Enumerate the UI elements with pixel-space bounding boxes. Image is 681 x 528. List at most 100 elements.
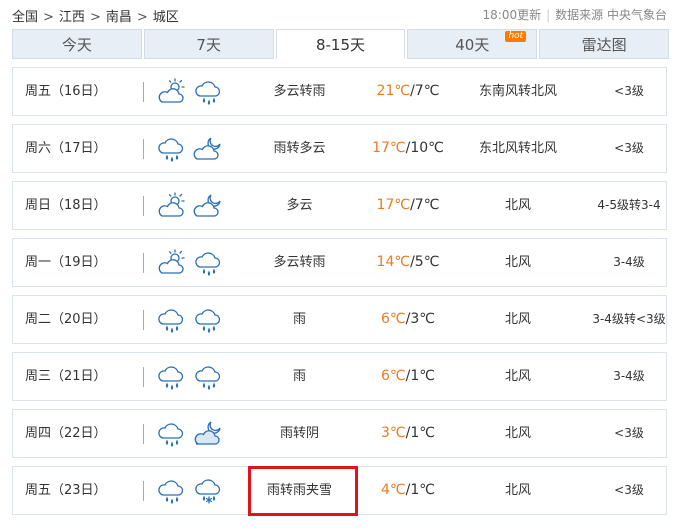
- wind-level: 3-4级: [613, 255, 645, 269]
- day-label: 周五（23日）: [25, 483, 107, 498]
- temp-low: /3℃: [405, 311, 435, 327]
- breadcrumb-item-district: 城区: [152, 10, 179, 25]
- forecast-row: 周六（17日） 雨转多云 17℃/10℃ 东北风转北风 <3级: [12, 124, 667, 173]
- tab-40-days-label: 40天: [455, 36, 490, 54]
- day-label: 周六（17日）: [25, 141, 107, 156]
- wind-level: 3-4级: [613, 369, 645, 383]
- weather-description: 雨转雨夹雪: [266, 483, 332, 498]
- divider: [143, 82, 144, 102]
- divider: [143, 367, 144, 387]
- divider: |: [546, 8, 551, 22]
- divider: [143, 253, 144, 273]
- rain-icon: [156, 477, 186, 505]
- breadcrumb: 全国 > 江西 > 南昌 > 城区: [12, 6, 179, 25]
- wind-direction: 北风: [504, 426, 531, 441]
- temp-high: 6℃: [381, 368, 406, 384]
- tab-40-days[interactable]: 40天 hot: [407, 29, 538, 59]
- wind-level: <3级: [614, 483, 644, 497]
- partly-cloudy-icon: [156, 192, 186, 220]
- day-label: 周五（16日）: [25, 84, 107, 99]
- rain-icon: [193, 363, 223, 391]
- day-label: 周三（21日）: [25, 369, 107, 384]
- temperature: 14℃/5℃: [365, 239, 451, 286]
- cloudy-night-icon: [193, 135, 223, 163]
- divider: [143, 424, 144, 444]
- divider: [143, 481, 144, 501]
- temperature: 21℃/7℃: [365, 68, 451, 115]
- forecast-row: 周四（22日） 雨转阴 3℃/1℃ 北风 <3级: [12, 409, 667, 458]
- temp-low: /7℃: [410, 197, 440, 213]
- temperature: 6℃/1℃: [365, 353, 451, 400]
- weather-description: 雨: [292, 369, 306, 384]
- temp-low: /1℃: [405, 425, 435, 441]
- temp-high: 14℃: [376, 254, 411, 270]
- breadcrumb-separator: >: [136, 10, 148, 25]
- sleet-icon: [193, 477, 223, 505]
- wind-direction: 东北风转北风: [478, 141, 557, 156]
- temp-low: /5℃: [410, 254, 440, 270]
- breadcrumb-item-country[interactable]: 全国: [12, 10, 38, 25]
- forecast-row: 周日（18日） 多云 17℃/7℃ 北风 4-5级转3-4: [12, 181, 667, 230]
- temp-low: /1℃: [405, 482, 435, 498]
- hot-badge: hot: [505, 31, 527, 42]
- wind-level: <3级: [614, 84, 644, 98]
- weather-description: 多云转雨: [273, 84, 326, 99]
- divider: [143, 196, 144, 216]
- forecast-row: 周二（20日） 雨 6℃/3℃ 北风 3-4级转<3级: [12, 295, 667, 344]
- wind-level: <3级: [614, 426, 644, 440]
- tab-8-15-days[interactable]: 8-15天: [275, 29, 406, 59]
- temp-low: /7℃: [410, 83, 440, 99]
- temperature: 3℃/1℃: [365, 410, 451, 457]
- temperature: 6℃/3℃: [365, 296, 451, 343]
- day-label: 周一（19日）: [25, 255, 107, 270]
- breadcrumb-item-province[interactable]: 江西: [59, 10, 85, 25]
- weather-description: 雨: [292, 312, 306, 327]
- divider: [143, 139, 144, 159]
- temp-low: /10℃: [405, 140, 444, 156]
- rain-icon: [193, 306, 223, 334]
- wind-direction: 北风: [504, 198, 531, 213]
- wind-direction: 北风: [504, 369, 531, 384]
- day-label: 周四（22日）: [25, 426, 107, 441]
- weather-description: 多云转雨: [273, 255, 326, 270]
- rain-icon: [156, 135, 186, 163]
- wind-direction: 北风: [504, 255, 531, 270]
- tab-today[interactable]: 今天: [12, 29, 142, 59]
- breadcrumb-item-city[interactable]: 南昌: [106, 10, 132, 25]
- temp-high: 21℃: [376, 83, 411, 99]
- tab-7-days[interactable]: 7天: [143, 29, 274, 59]
- temperature: 4℃/1℃: [365, 467, 451, 514]
- temp-low: /1℃: [405, 368, 435, 384]
- overcast-night-icon: [193, 420, 223, 448]
- wind-level: 3-4级转<3级: [592, 312, 666, 326]
- wind-level: 4-5级转3-4: [597, 198, 661, 212]
- weather-description: 雨转阴: [279, 426, 319, 441]
- weather-description: 雨转多云: [273, 141, 326, 156]
- update-time: 18:00更新: [482, 8, 542, 22]
- divider: [143, 310, 144, 330]
- temperature: 17℃/10℃: [365, 125, 451, 172]
- forecast-row: 周三（21日） 雨 6℃/1℃ 北风 3-4级: [12, 352, 667, 401]
- temp-high: 4℃: [381, 482, 406, 498]
- day-label: 周二（20日）: [25, 312, 107, 327]
- rain-icon: [156, 420, 186, 448]
- rain-icon: [156, 306, 186, 334]
- temp-high: 17℃: [376, 197, 411, 213]
- wind-direction: 东南风转北风: [478, 84, 557, 99]
- partly-cloudy-icon: [156, 249, 186, 277]
- wind-direction: 北风: [504, 312, 531, 327]
- update-info: 18:00更新 | 数据来源 中央气象台: [483, 6, 667, 23]
- forecast-row: 周五（16日） 多云转雨 21℃/7℃ 东南风转北风 <3级: [12, 67, 667, 116]
- forecast-row: 周一（19日） 多云转雨 14℃/5℃ 北风 3-4级: [12, 238, 667, 287]
- day-label: 周日（18日）: [25, 198, 107, 213]
- partly-cloudy-icon: [156, 78, 186, 106]
- forecast-row: 周五（23日） 雨转雨夹雪 4℃/1℃ 北风 <3级: [12, 466, 667, 515]
- tab-radar[interactable]: 雷达图: [539, 29, 669, 59]
- rain-icon: [193, 249, 223, 277]
- cloudy-night-icon: [193, 192, 223, 220]
- wind-direction: 北风: [504, 483, 531, 498]
- temperature: 17℃/7℃: [365, 182, 451, 229]
- wind-level: <3级: [614, 141, 644, 155]
- temp-high: 3℃: [381, 425, 406, 441]
- rain-icon: [156, 363, 186, 391]
